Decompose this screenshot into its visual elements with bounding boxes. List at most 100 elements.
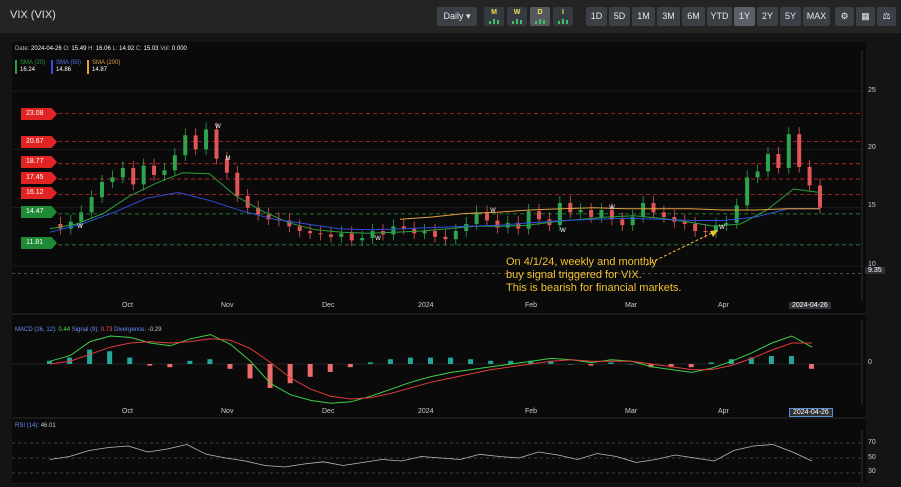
macd-histogram-bar bbox=[568, 364, 574, 365]
price-tick: 20 bbox=[868, 144, 876, 151]
signal-marker: W bbox=[490, 208, 496, 214]
candle-body bbox=[641, 203, 646, 217]
candle-body bbox=[818, 185, 822, 208]
rsi-tick: 50 bbox=[868, 454, 876, 461]
x-tick: 2024 bbox=[418, 408, 434, 415]
date-marker: 2024-04-26 bbox=[789, 302, 831, 309]
candle-body bbox=[204, 129, 209, 150]
macd-histogram-bar bbox=[227, 364, 233, 369]
candle-body bbox=[162, 170, 167, 175]
ohlc-open: 15.49 bbox=[71, 46, 87, 52]
level-tag: 14.47 bbox=[21, 206, 57, 218]
annotation-line: This is bearish for financial markets. bbox=[506, 282, 682, 294]
candle-body bbox=[734, 205, 739, 223]
macd-histogram-bar bbox=[387, 359, 393, 364]
rsi-tick: 30 bbox=[868, 468, 876, 475]
rsi-value: 46.01 bbox=[40, 423, 56, 429]
x-tick: Dec bbox=[322, 302, 335, 309]
candle-body bbox=[443, 236, 448, 240]
annotation-line: On 4/1/24, weekly and monthly bbox=[506, 256, 658, 268]
candle-body bbox=[526, 211, 531, 229]
macd-zero-tick: 0 bbox=[868, 359, 872, 366]
candle-body bbox=[318, 233, 323, 235]
candle-body bbox=[661, 212, 666, 217]
macd-histogram-bar bbox=[167, 364, 173, 368]
macd-histogram-bar bbox=[87, 349, 93, 364]
candle-body bbox=[433, 231, 437, 237]
candle-body bbox=[703, 231, 708, 233]
macd-histogram-bar bbox=[107, 351, 113, 364]
price-chart[interactable]: W W M W W W W W bbox=[0, 0, 901, 487]
candle-body bbox=[745, 177, 750, 206]
sma50-label: SMA (50) bbox=[56, 60, 82, 66]
macd-divergence: -0.29 bbox=[147, 327, 162, 333]
price-tick: 15 bbox=[868, 202, 876, 209]
macd-signal-label: Signal (9): bbox=[71, 327, 100, 333]
macd-histogram-bar bbox=[307, 364, 313, 377]
candle-body bbox=[589, 210, 594, 217]
macd-histogram-bar bbox=[608, 362, 614, 364]
macd-label: MACD (26, 12): bbox=[15, 327, 57, 333]
level-tag: 20.67 bbox=[21, 136, 57, 148]
signal-marker: W bbox=[560, 228, 566, 234]
candle-body bbox=[453, 231, 458, 240]
macd-histogram-bar bbox=[347, 364, 353, 368]
candle-body bbox=[755, 171, 760, 178]
macd-histogram-bar bbox=[207, 359, 213, 364]
level-tag: 16.12 bbox=[21, 187, 57, 199]
x-tick: Nov bbox=[221, 302, 234, 309]
level-tag: 11.81 bbox=[21, 237, 57, 249]
candle-body bbox=[339, 233, 344, 237]
sma50-value: 14.86 bbox=[56, 67, 72, 73]
macd-histogram-bar bbox=[428, 357, 433, 364]
grid bbox=[12, 50, 866, 482]
candle-body bbox=[89, 197, 94, 213]
x-tick: Apr bbox=[718, 408, 729, 415]
annotation-line: buy signal triggered for VIX. bbox=[506, 269, 642, 281]
sma20-label: SMA (20) bbox=[20, 60, 46, 66]
candle-body bbox=[609, 210, 614, 220]
candle-body bbox=[172, 155, 177, 171]
macd-histogram-bar bbox=[147, 364, 153, 366]
macd-histogram-bar bbox=[287, 364, 293, 384]
low-price-tag: 9.35 bbox=[865, 267, 885, 274]
macd-histogram-bar bbox=[488, 360, 494, 364]
ohlc-volume: 0.000 bbox=[171, 46, 187, 52]
candle-body bbox=[308, 231, 313, 234]
macd-histogram-bar bbox=[788, 356, 794, 364]
candle-body bbox=[349, 233, 354, 241]
macd-histogram-bar bbox=[688, 364, 694, 368]
macd-value: 0.44 bbox=[58, 327, 71, 333]
candle-body bbox=[537, 211, 542, 220]
rsi-panel bbox=[12, 442, 862, 474]
signal-marker: W bbox=[719, 225, 725, 231]
candle-body bbox=[505, 222, 510, 228]
macd-histogram-bar bbox=[187, 360, 193, 364]
macd-histogram-bar bbox=[468, 359, 474, 364]
candle-body bbox=[620, 219, 625, 226]
ohlc-open-label: O: bbox=[63, 46, 70, 52]
ohlc-close-label: C: bbox=[135, 46, 142, 52]
date-marker: 2024-04-26 bbox=[789, 408, 833, 417]
sma50-legend: SMA (50) 14.86 bbox=[51, 60, 81, 74]
candle-body bbox=[100, 182, 105, 198]
ohlc-low-label: L: bbox=[112, 46, 118, 52]
x-tick: Apr bbox=[718, 302, 729, 309]
annotation-text: On 4/1/24, weekly and monthly buy signal… bbox=[506, 256, 681, 295]
ohlc-low: 14.92 bbox=[119, 46, 135, 52]
candle-body bbox=[786, 134, 791, 168]
signal-marker: W bbox=[609, 205, 615, 211]
rsi-legend: RSI (14): 46.01 bbox=[15, 423, 56, 429]
macd-histogram-bar bbox=[407, 357, 413, 364]
macd-histogram-bar bbox=[768, 356, 774, 364]
ohlc-readout: Date: 2024-04-26 O: 15.49 H: 16.06 L: 14… bbox=[15, 46, 187, 52]
signal-marker: W bbox=[77, 224, 83, 230]
rsi-line bbox=[49, 444, 813, 468]
x-tick: Dec bbox=[322, 408, 335, 415]
signal-marker: W bbox=[215, 124, 221, 130]
macd-histogram-bar bbox=[327, 364, 333, 372]
candle-body bbox=[599, 210, 604, 217]
ohlc-volume-label: Vol: bbox=[160, 46, 171, 52]
macd-signal: 0.73 bbox=[100, 327, 113, 333]
macd-histogram-bar bbox=[588, 364, 594, 366]
